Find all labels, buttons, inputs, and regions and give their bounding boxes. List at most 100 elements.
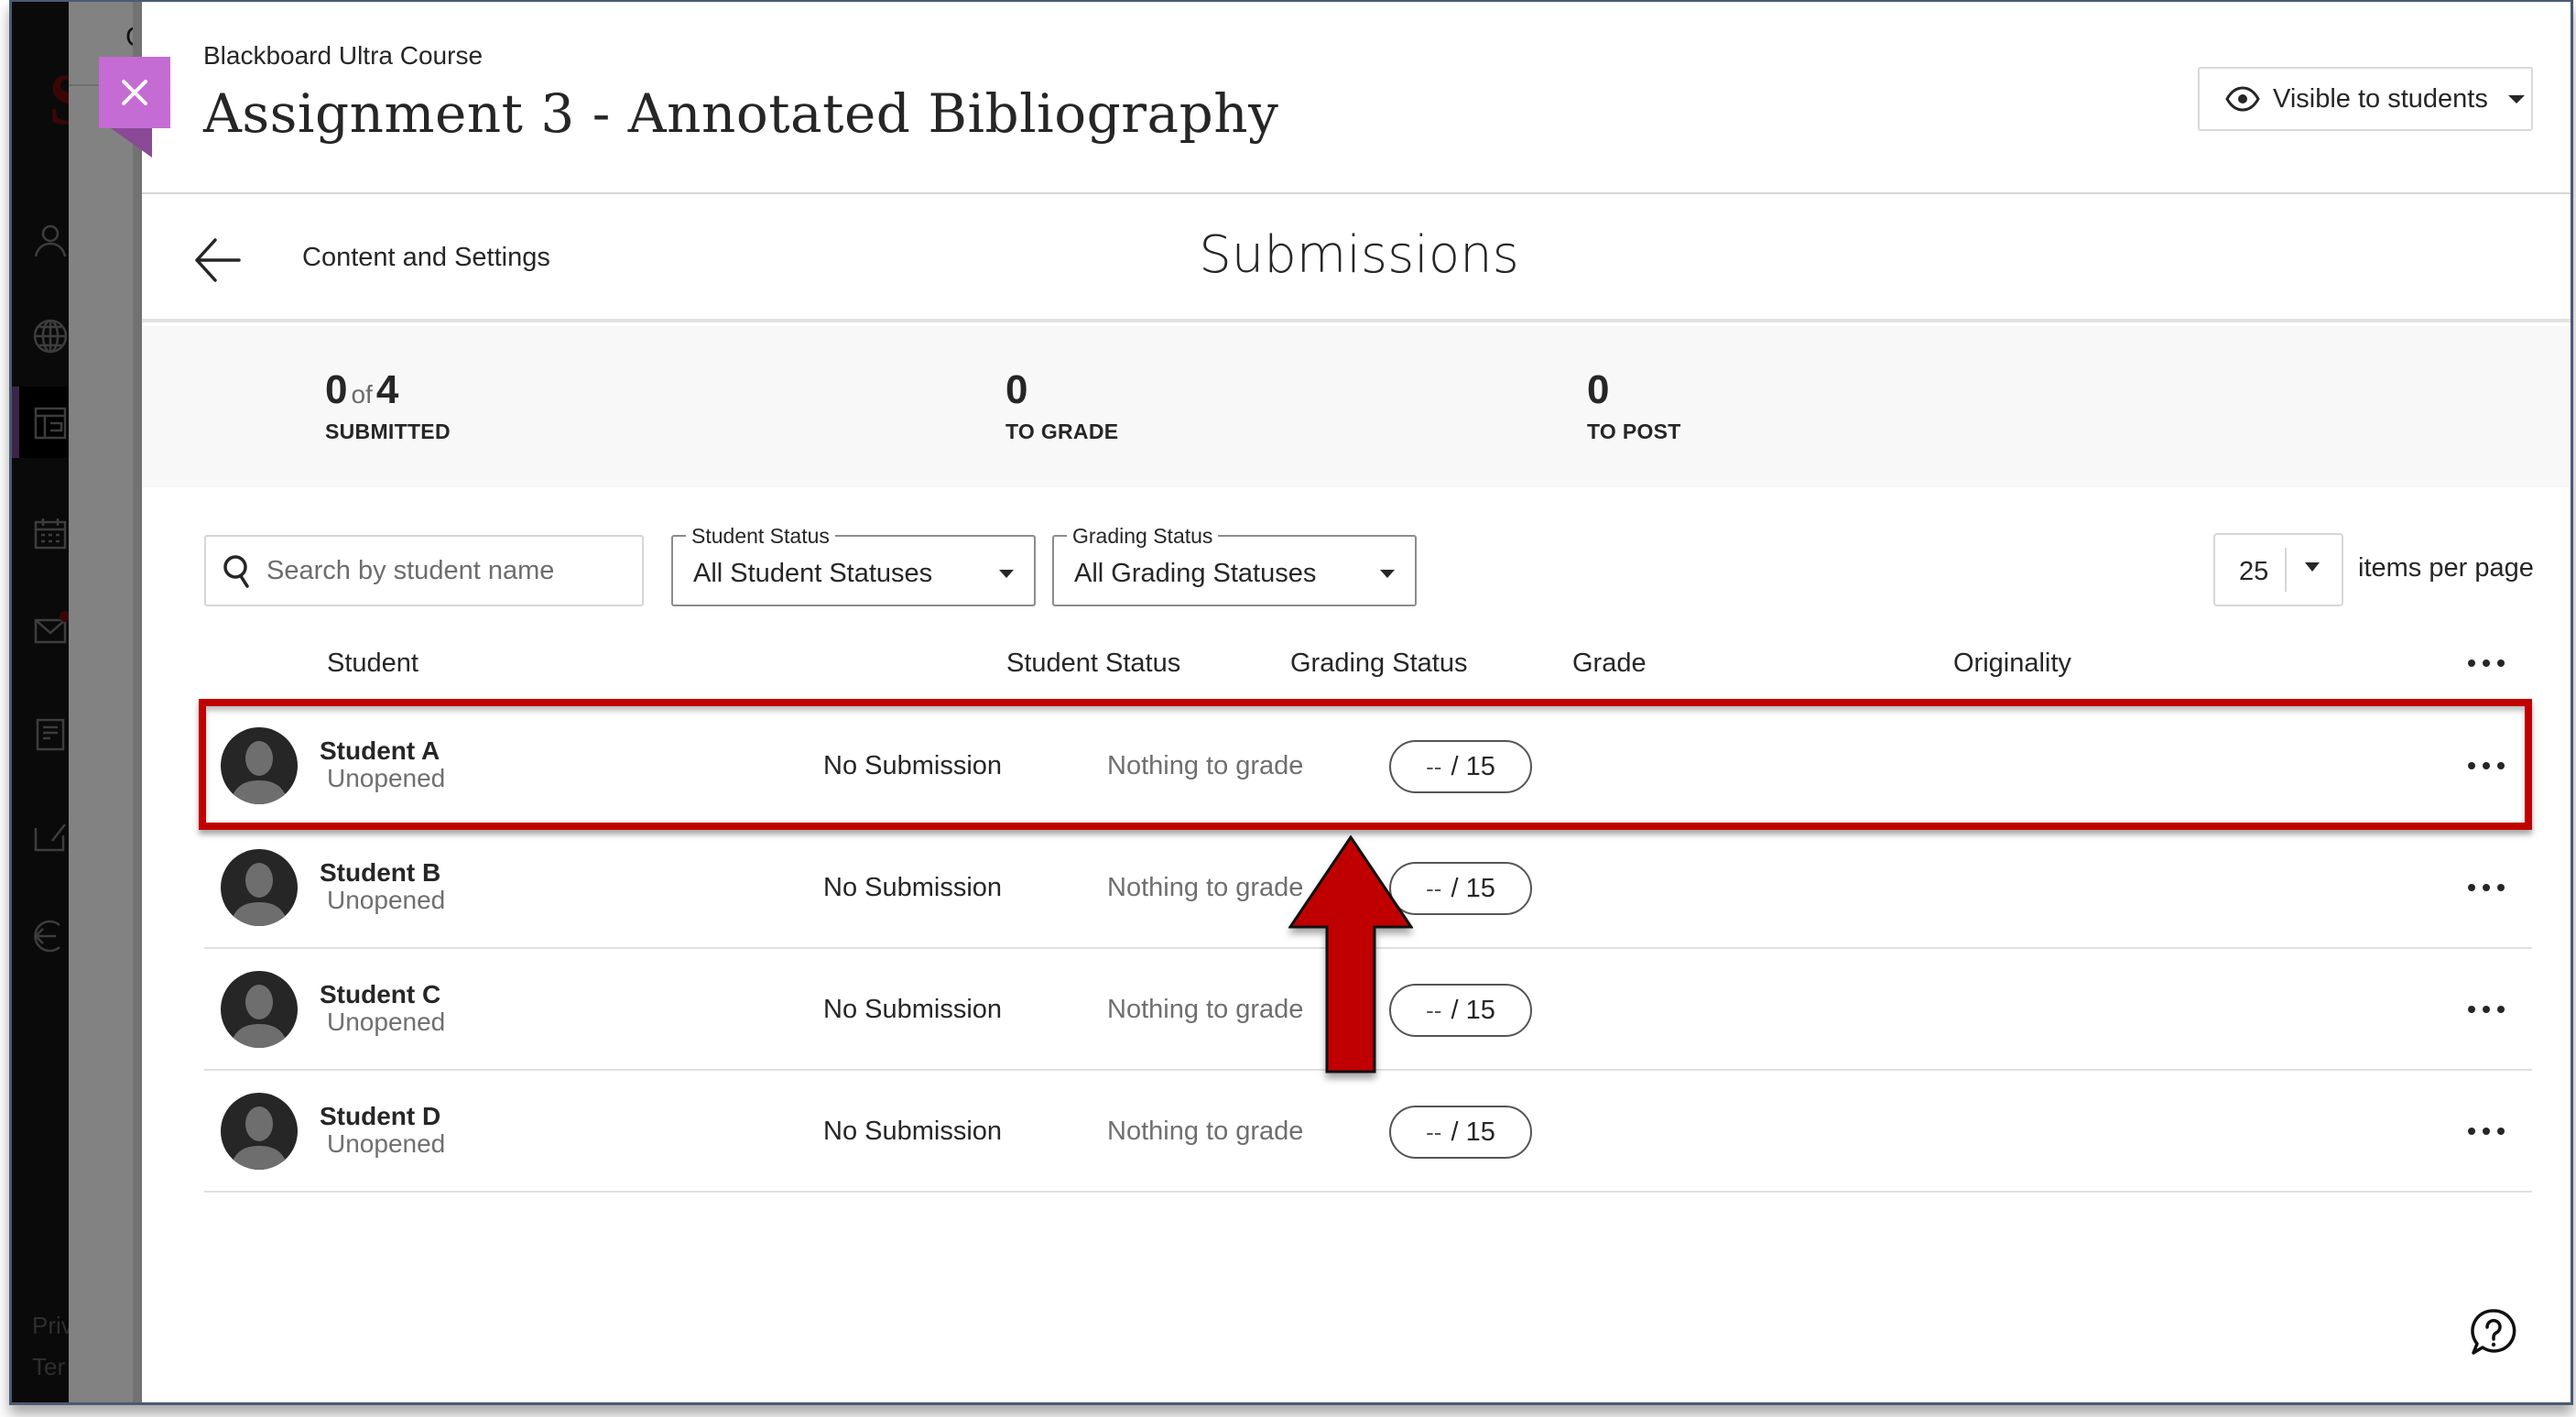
grade-max: / 15 (1451, 1117, 1495, 1147)
user-icon[interactable] (32, 222, 69, 258)
student-open-status: Unopened (327, 1129, 446, 1158)
grade-value: -- (1426, 874, 1442, 902)
chevron-down-icon (1380, 570, 1395, 578)
edit-icon[interactable] (32, 817, 69, 854)
caret-down-icon (2305, 562, 2320, 572)
grade-pill[interactable]: -- / 15 (1389, 1106, 1532, 1159)
to-post-count: 0 (1587, 367, 1610, 412)
stat-to-post: 0 TO POST (1587, 370, 1681, 444)
table-row[interactable]: Student C Unopened No Submission Nothing… (204, 949, 2532, 1071)
column-header-grade[interactable]: Grade (1572, 649, 1647, 679)
section-title: Submissions (1199, 225, 1519, 285)
student-status: No Submission (823, 1117, 1003, 1146)
grade-max: / 15 (1451, 751, 1495, 781)
screenshot-frame: S Priv Ter Co Blackboard Ultra Course As… (9, 0, 2573, 1405)
column-options-button[interactable] (2468, 654, 2505, 672)
student-name[interactable]: Student A (320, 736, 440, 766)
submissions-panel: Blackboard Ultra Course Assignment 3 - A… (142, 2, 2571, 1402)
grade-pill[interactable]: -- / 15 (1389, 740, 1532, 793)
student-name[interactable]: Student C (320, 980, 440, 1009)
table-row[interactable]: Student D Unopened No Submission Nothing… (204, 1071, 2532, 1193)
column-header-grading-status[interactable]: Grading Status (1290, 649, 1467, 679)
grade-pill[interactable]: -- / 15 (1389, 984, 1532, 1037)
to-post-caption: TO POST (1587, 420, 1681, 443)
grading-status: Nothing to grade (1107, 751, 1304, 780)
search-icon (223, 555, 249, 588)
terms-link[interactable]: Ter (32, 1353, 65, 1381)
row-options-button[interactable] (2468, 878, 2505, 897)
submitted-caption: SUBMITTED (325, 420, 451, 443)
student-status-label: Student Status (686, 524, 835, 549)
student-status-select[interactable]: Student Status All Student Statuses (671, 524, 1036, 606)
grades-icon[interactable] (32, 716, 69, 753)
submission-stats: 0 of4 SUBMITTED 0 TO GRADE 0 TO POST (142, 326, 2571, 487)
calendar-icon[interactable] (32, 515, 69, 551)
filter-bar: Student Status All Student Statuses Grad… (142, 524, 2571, 606)
eye-icon (2225, 86, 2260, 112)
search-field[interactable] (204, 535, 644, 606)
to-grade-caption: TO GRADE (1005, 420, 1119, 443)
grading-status: Nothing to grade (1107, 1117, 1304, 1146)
grade-value: -- (1426, 996, 1442, 1024)
to-grade-count: 0 (1005, 367, 1028, 412)
grade-value: -- (1426, 752, 1442, 780)
avatar (221, 1093, 298, 1170)
column-header-originality[interactable]: Originality (1953, 649, 2071, 679)
active-nav-indicator (12, 387, 19, 458)
table-row[interactable]: Student B Unopened No Submission Nothing… (204, 827, 2532, 949)
close-panel-button[interactable] (99, 57, 170, 128)
row-options-button[interactable] (2468, 1122, 2505, 1140)
grade-max: / 15 (1451, 873, 1495, 903)
course-name: Blackboard Ultra Course (203, 41, 484, 70)
dimmed-background-page[interactable]: Co (69, 2, 160, 1402)
avatar (221, 849, 298, 926)
chevron-down-icon (999, 570, 1014, 578)
grade-pill[interactable]: -- / 15 (1389, 862, 1532, 915)
student-name[interactable]: Student D (320, 1102, 440, 1131)
row-options-button[interactable] (2468, 757, 2505, 775)
grade-value: -- (1426, 1117, 1442, 1146)
of-word: of (351, 380, 373, 409)
messages-icon[interactable] (32, 611, 69, 648)
privacy-link[interactable]: Priv (32, 1312, 73, 1340)
search-input[interactable] (266, 555, 633, 586)
grade-max: / 15 (1451, 995, 1495, 1025)
panel-header: Blackboard Ultra Course Assignment 3 - A… (142, 2, 2571, 194)
stat-to-grade: 0 TO GRADE (1005, 370, 1118, 444)
student-status: No Submission (823, 873, 1003, 902)
avatar (221, 727, 298, 804)
avatar (221, 971, 298, 1048)
student-status: No Submission (823, 995, 1003, 1024)
close-tab-fold (111, 128, 152, 158)
close-icon (122, 80, 147, 105)
grading-status: Nothing to grade (1107, 873, 1304, 902)
table-row[interactable]: Student A Unopened No Submission Nothing… (204, 705, 2532, 827)
items-per-page-label: items per page (2358, 553, 2534, 583)
visibility-label: Visible to students (2273, 83, 2488, 114)
items-per-page-value: 25 (2239, 557, 2269, 586)
visibility-dropdown[interactable]: Visible to students (2198, 67, 2533, 131)
student-name[interactable]: Student B (320, 858, 440, 888)
chevron-down-icon (2507, 94, 2525, 104)
grading-status-value: All Grading Statuses (1074, 559, 1317, 588)
grading-status-select[interactable]: Grading Status All Grading Statuses (1052, 524, 1417, 606)
grading-status: Nothing to grade (1107, 995, 1304, 1024)
app-navigation: S Priv Ter (12, 2, 90, 1402)
page-title: Assignment 3 - Annotated Bibliography (203, 82, 1279, 145)
student-open-status: Unopened (327, 764, 446, 792)
courses-icon[interactable] (32, 405, 69, 441)
sub-navigation: Content and Settings Submissions (142, 196, 2571, 322)
globe-icon[interactable] (32, 318, 69, 354)
student-status-value: All Student Statuses (693, 559, 933, 588)
student-open-status: Unopened (327, 1008, 446, 1036)
submitted-total: 4 (375, 367, 399, 412)
sign-out-icon[interactable] (32, 918, 69, 954)
help-icon[interactable] (2468, 1307, 2519, 1358)
items-per-page-select[interactable]: 25 (2213, 533, 2343, 606)
stat-submitted: 0 of4 SUBMITTED (325, 370, 451, 444)
student-open-status: Unopened (327, 886, 446, 914)
row-options-button[interactable] (2468, 1000, 2505, 1019)
column-header-student-status[interactable]: Student Status (1006, 649, 1180, 679)
column-header-student[interactable]: Student (327, 649, 418, 679)
submitted-count: 0 (325, 367, 348, 412)
